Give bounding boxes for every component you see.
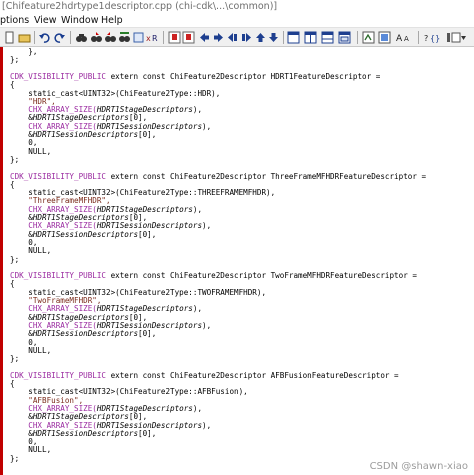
code-token: extern const ChiFeature2Descriptor <box>106 271 271 281</box>
toolbar-separator <box>418 31 419 44</box>
x-r-icon[interactable]: xR <box>146 31 160 44</box>
nav-forward-icon[interactable] <box>212 31 225 44</box>
code-token: ), <box>202 121 212 131</box>
code-token: ), <box>192 105 203 115</box>
toolbar: xR AA ?{} <box>0 27 474 47</box>
code-token: [0], <box>138 229 157 239</box>
jump-back-icon[interactable] <box>240 31 253 44</box>
menu-bar: ptions View Window Help <box>0 14 474 27</box>
code-line[interactable]: CDK_VISIBILITY_PUBLIC extern const ChiFe… <box>10 71 381 81</box>
undo-icon[interactable] <box>38 31 51 44</box>
nav-back-icon[interactable] <box>198 31 211 44</box>
menu-window[interactable]: Window <box>61 14 98 27</box>
code-line[interactable]: }; <box>10 254 20 264</box>
new-file-icon[interactable] <box>3 31 16 44</box>
window-cascade-icon[interactable] <box>338 31 351 44</box>
window-split-icon[interactable] <box>321 31 334 44</box>
symbol-icon[interactable] <box>362 31 375 44</box>
code-token: [0], <box>138 130 157 139</box>
code-token: = <box>407 271 417 281</box>
code-line[interactable]: }; <box>10 154 20 164</box>
code-token: HDRT1SessionDescriptors <box>32 329 139 339</box>
find-prev-icon[interactable] <box>104 31 117 44</box>
code-token: = <box>416 171 427 181</box>
menu-help[interactable]: Help <box>101 14 123 27</box>
code-token: ), <box>202 221 212 231</box>
code-line[interactable]: CDK_VISIBILITY_PUBLIC extern const ChiFe… <box>10 271 417 281</box>
open-file-icon[interactable] <box>18 31 31 44</box>
code-token: extern const ChiFeature2Descriptor <box>106 71 271 81</box>
toolbar-separator <box>163 31 164 44</box>
window-title: [Chifeature2hdrtype1descriptor.cpp (chi-… <box>0 0 474 14</box>
code-token: HDRT1SessionDescriptors <box>32 229 139 239</box>
code-token: ), <box>202 420 212 430</box>
toolbar-separator <box>283 31 284 44</box>
code-token: HDRT1SessionDescriptors <box>32 428 139 438</box>
code-token: }; <box>10 154 20 164</box>
code-line[interactable]: CDK_VISIBILITY_PUBLIC extern const ChiFe… <box>10 370 399 380</box>
toolbar-separator <box>34 31 35 44</box>
bookmark-icon[interactable] <box>168 31 181 44</box>
toolbar-separator <box>357 31 358 44</box>
code-token: = <box>371 71 381 81</box>
code-token: HDRT1SessionDescriptors <box>32 130 139 139</box>
svg-text:{}: {} <box>430 34 440 43</box>
font-size-icon[interactable]: AA <box>396 31 414 44</box>
code-token: CDK_VISIBILITY_PUBLIC <box>10 370 107 380</box>
code-token: }; <box>10 453 20 463</box>
change-bar <box>0 47 3 475</box>
jump-icon[interactable] <box>226 31 239 44</box>
code-token: }; <box>10 254 20 264</box>
code-token: = <box>389 370 399 380</box>
class-icon[interactable] <box>378 31 391 44</box>
context-icon[interactable] <box>446 31 468 44</box>
window-list-icon[interactable] <box>304 31 317 44</box>
code-token: extern const ChiFeature2Descriptor <box>106 171 271 181</box>
code-token: TwoFrameMFHDRFeatureDescriptor <box>270 271 408 281</box>
code-token: ), <box>192 403 203 413</box>
code-token: CDK_VISIBILITY_PUBLIC <box>10 71 107 81</box>
nav-down-icon[interactable] <box>267 31 280 44</box>
watermark: CSDN @shawn-xiao <box>369 461 468 472</box>
bookmark-next-icon[interactable] <box>182 31 195 44</box>
svg-text:A: A <box>396 34 403 44</box>
code-line[interactable]: }; <box>10 56 19 64</box>
code-token: [0], <box>138 329 157 339</box>
svg-text:R: R <box>152 34 158 43</box>
code-line[interactable]: }; <box>10 354 20 364</box>
code-token: ThreeFrameMFHDRFeatureDescriptor <box>270 171 417 181</box>
code-line[interactable]: CDK_VISIBILITY_PUBLIC extern const ChiFe… <box>10 171 427 181</box>
code-token: extern const ChiFeature2Descriptor <box>106 370 271 380</box>
code-token: CDK_VISIBILITY_PUBLIC <box>10 271 107 281</box>
toolbar-separator <box>70 31 71 44</box>
redo-icon[interactable] <box>53 31 66 44</box>
code-token: CDK_VISIBILITY_PUBLIC <box>10 171 107 181</box>
nav-up-icon[interactable] <box>254 31 267 44</box>
svg-text:x: x <box>146 34 151 43</box>
go-definition-icon[interactable]: ?{} <box>424 31 440 44</box>
code-token: [0], <box>138 428 157 438</box>
code-token: HDRT1FeatureDescriptor <box>270 71 372 81</box>
goto-icon[interactable] <box>132 31 145 44</box>
find-next-icon[interactable] <box>90 31 103 44</box>
code-editor[interactable]: },}; CDK_VISIBILITY_PUBLIC extern const C… <box>0 47 474 475</box>
code-token: AFBFusionFeatureDescriptor <box>270 370 390 380</box>
code-line[interactable]: }; <box>10 453 20 463</box>
find-icon[interactable] <box>75 31 88 44</box>
code-token: ), <box>192 204 203 214</box>
code-token: }; <box>10 354 20 364</box>
replace-icon[interactable] <box>118 31 131 44</box>
code-token: ), <box>192 304 203 314</box>
svg-text:A: A <box>404 35 409 43</box>
menu-view[interactable]: View <box>34 14 57 27</box>
window-tile-icon[interactable] <box>287 31 300 44</box>
menu-options[interactable]: ptions <box>0 14 29 27</box>
code-token: }; <box>10 55 20 65</box>
svg-text:?: ? <box>424 34 428 43</box>
code-token: ), <box>202 320 212 330</box>
